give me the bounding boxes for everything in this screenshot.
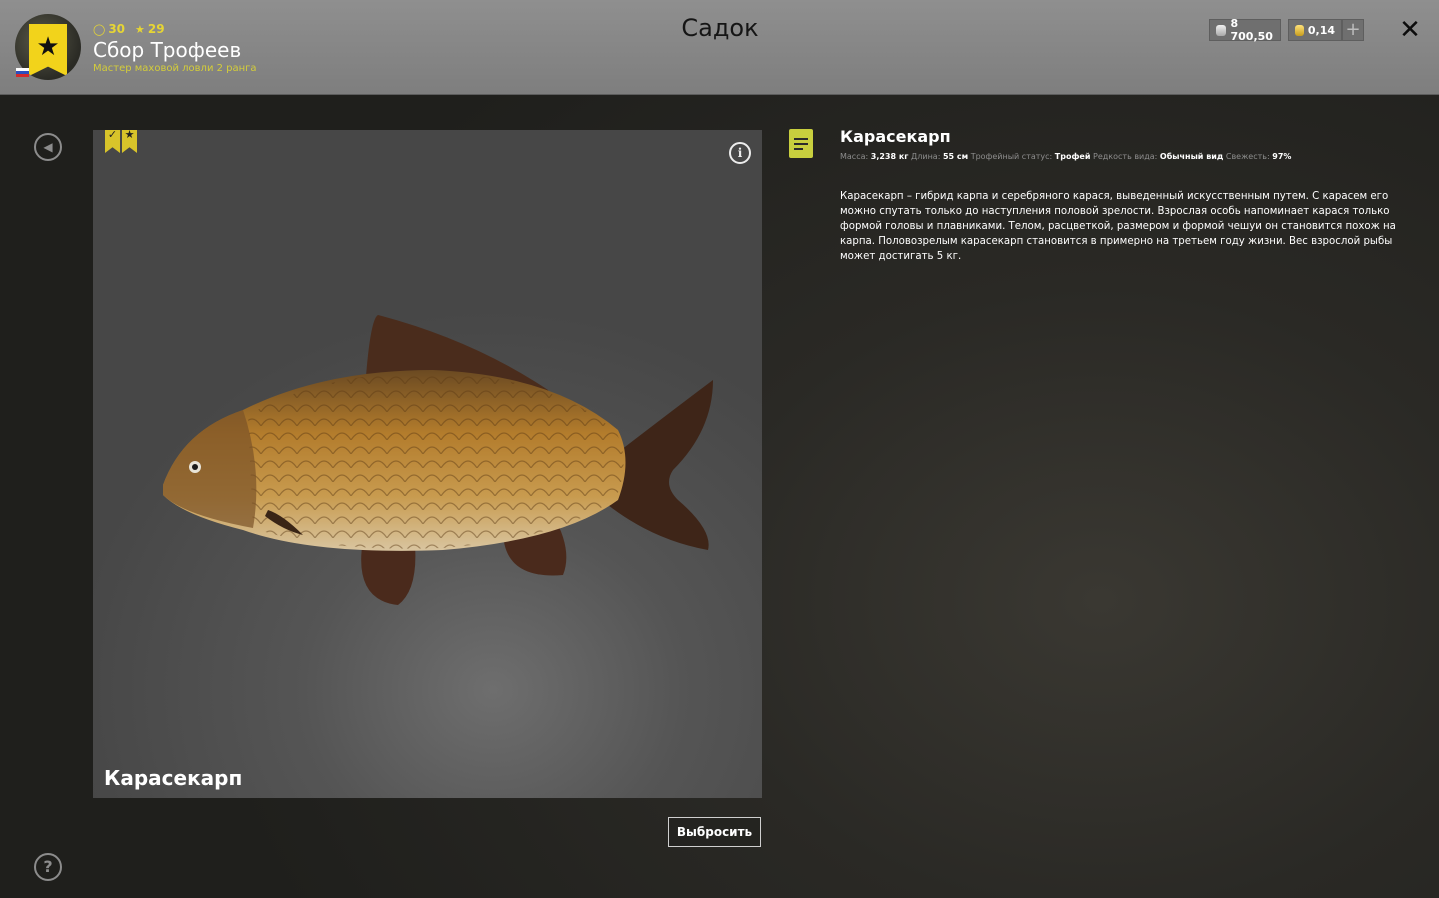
add-currency-button[interactable]: + <box>1342 19 1364 41</box>
player-rank: Мастер маховой ловли 2 ранга <box>93 63 257 74</box>
badges: ✓ ★ <box>105 130 137 153</box>
checkmark-bookmark-icon: ✓ <box>105 130 120 153</box>
russia-flag-icon <box>16 68 29 77</box>
silver-value: 8 700,50 <box>1230 17 1273 43</box>
level-icon: ◯ <box>93 23 106 36</box>
back-arrow-icon: ◀ <box>43 140 53 154</box>
stat-value: 55 см <box>942 152 969 161</box>
player-name: Сбор Трофеев <box>93 38 242 62</box>
page-title: Садок <box>681 14 759 42</box>
rank-banner-icon: ★ <box>29 24 67 76</box>
stat-label: Свежесть: <box>1225 152 1270 161</box>
stat-value: 97% <box>1272 152 1292 161</box>
fish-title: Карасекарп <box>840 127 951 146</box>
note-icon <box>789 129 813 158</box>
level-value: 30 <box>108 22 126 36</box>
stat-value: 3,238 кг <box>870 152 909 161</box>
level-stat: ◯ 30 <box>93 22 125 36</box>
gold-balance: 0,14 <box>1288 19 1342 41</box>
info-button[interactable]: i <box>729 142 751 164</box>
star-rating-icon: ★ <box>135 23 145 36</box>
close-button[interactable]: ✕ <box>1397 17 1423 43</box>
stat-value: Трофей <box>1054 152 1091 161</box>
stat-label: Редкость вида: <box>1093 152 1158 161</box>
release-button[interactable]: Выбросить <box>668 817 761 847</box>
fish-model-image <box>163 315 713 605</box>
gold-coins-icon <box>1295 24 1304 36</box>
star-icon: ★ <box>36 32 60 62</box>
silver-coins-icon <box>1216 24 1227 36</box>
stars-value: 29 <box>147 22 165 36</box>
silver-balance: 8 700,50 <box>1209 17 1281 43</box>
star-bookmark-icon: ★ <box>122 130 137 153</box>
back-button[interactable]: ◀ <box>34 133 62 161</box>
stars-stat: ★ 29 <box>135 22 165 36</box>
stat-label: Масса: <box>840 152 869 161</box>
stat-label: Трофейный статус: <box>970 152 1053 161</box>
top-bar: ★ ◯ 30 ★ 29 Сбор Трофеев Мастер маховой ло… <box>0 0 1439 95</box>
fish-stats: Масса: 3,238 кг Длина: 55 см Трофейный с… <box>840 152 1291 161</box>
fish-viewer[interactable]: ✓ ★ i Карасекарп <box>93 130 762 798</box>
gold-value: 0,14 <box>1307 23 1335 37</box>
stat-value: Обычный вид <box>1159 152 1224 161</box>
stat-label: Длина: <box>911 152 941 161</box>
fish-name-label: Карасекарп <box>104 766 243 790</box>
player-stats: ◯ 30 ★ 29 <box>93 21 165 37</box>
help-button[interactable]: ? <box>34 853 62 881</box>
fish-description: Карасекарп – гибрид карпа и серебряного … <box>840 191 1396 262</box>
